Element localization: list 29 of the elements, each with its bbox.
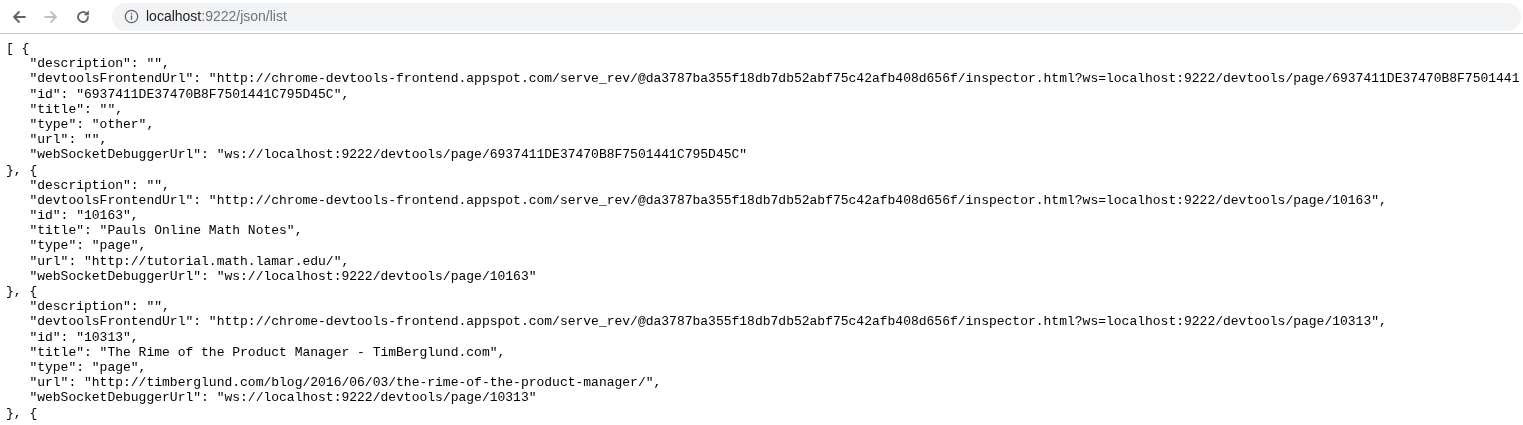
code-line: "url": "", — [28, 132, 108, 148]
code-line: "title": "The Rime of the Product Manager - TimBerglund.com", — [28, 344, 506, 360]
code-line: "id": "10163", — [28, 208, 139, 224]
code-line: "devtoolsFrontendUrl": "http://chrome-devtools-frontend.appspot.com/serve_rev/@da3787ba355f18db7db52abf75c42afb408d656f/inspector.html?ws=localhost:9222/devtools/page/6937411DE37470B8F7501441 — [28, 71, 1520, 87]
code-line: "devtoolsFrontendUrl": "http://chrome-devtools-frontend.appspot.com/serve_rev/@da3787ba355f18db7db52abf75c42afb408d656f/inspector.html?ws=localhost:9222/devtools/page/10313", — [28, 314, 1387, 330]
code-line: "type": "other", — [28, 116, 155, 132]
code-line: "description": "", — [28, 177, 170, 193]
code-line: "id": "10313", — [28, 329, 139, 345]
code-line: }, { — [6, 284, 38, 299]
info-icon[interactable] — [124, 9, 139, 24]
code-line: "webSocketDebuggerUrl": "ws://localhost:9222/devtools/page/6937411DE37470B8F7501441C795D45C" — [28, 147, 748, 163]
code-line: "devtoolsFrontendUrl": "http://chrome-devtools-frontend.appspot.com/serve_rev/@da3787ba355f18db7db52abf75c42afb408d656f/inspector.html?ws=localhost:9222/devtools/page/10163", — [28, 192, 1387, 208]
code-line: "url": "http://tutorial.math.lamar.edu/", — [28, 253, 350, 269]
code-line: "url": "http://timberglund.com/blog/2016/06/03/the-rime-of-the-product-manager/", — [28, 375, 662, 391]
code-line: }, { — [6, 405, 38, 421]
address-bar[interactable]: localhost:9222/json/list — [112, 2, 1521, 31]
code-line: "title": "Pauls Online Math Notes", — [28, 223, 303, 239]
code-line: "webSocketDebuggerUrl": "ws://localhost:9222/devtools/page/10163" — [28, 268, 537, 284]
url-text: localhost:9222/json/list — [146, 7, 287, 26]
code-line: "type": "page", — [28, 238, 147, 254]
code-line: "type": "page", — [28, 359, 147, 375]
code-line: "description": "", — [28, 299, 170, 315]
code-line: [ { — [6, 41, 30, 56]
code-line: "webSocketDebuggerUrl": "ws://localhost:9222/devtools/page/10313" — [28, 390, 537, 406]
code-line: "title": "", — [28, 101, 124, 117]
code-line: "description": "", — [28, 56, 170, 72]
reload-icon — [74, 7, 92, 26]
code-line: "id": "6937411DE37470B8F7501441C795D45C", — [28, 86, 350, 102]
code-line: }, { — [6, 162, 38, 178]
